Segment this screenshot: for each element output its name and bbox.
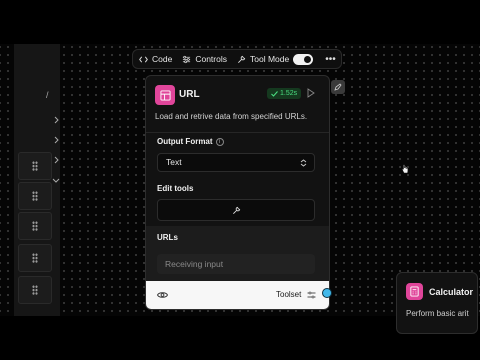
- chevron-right-icon[interactable]: [52, 136, 60, 144]
- edit-tools-button[interactable]: [157, 199, 315, 221]
- url-component-icon: [155, 85, 175, 105]
- urls-label: URLs: [157, 233, 178, 242]
- node-toolbar: Code Controls Tool Mode •••: [132, 49, 342, 69]
- output-format-select[interactable]: Text: [157, 153, 315, 172]
- sidebar-slash: /: [46, 90, 49, 100]
- controls-label: Controls: [195, 54, 227, 64]
- code-icon: [139, 56, 148, 62]
- letterbox-top: [0, 0, 480, 44]
- check-icon: [271, 90, 278, 97]
- hand-cursor-icon: [402, 164, 409, 174]
- more-options-icon[interactable]: •••: [325, 54, 336, 65]
- run-time-badge: 1.52s: [267, 88, 302, 99]
- calculator-title: Calculator: [429, 287, 474, 297]
- pencil-icon: [334, 83, 342, 91]
- code-label: Code: [152, 54, 173, 64]
- drag-handle-icon[interactable]: [18, 276, 52, 304]
- output-format-value: Text: [166, 157, 182, 167]
- urls-input[interactable]: Receiving input: [157, 254, 315, 274]
- wrench-icon: [232, 206, 240, 214]
- toolset-label: Toolset: [276, 290, 302, 299]
- eye-icon[interactable]: [157, 291, 168, 299]
- drag-handle-icon[interactable]: [18, 152, 52, 180]
- play-icon[interactable]: [307, 88, 315, 98]
- info-icon[interactable]: i: [215, 138, 224, 146]
- chevron-down-icon[interactable]: [52, 176, 60, 184]
- chevron-up-down-icon: [300, 159, 307, 167]
- calculator-description: Perform basic arit: [406, 309, 469, 318]
- node-description: Load and retrive data from specified URL…: [155, 112, 308, 121]
- edit-button[interactable]: [331, 80, 345, 94]
- sliders-icon: [183, 55, 191, 63]
- calculator-icon: [406, 283, 423, 300]
- wrench-icon: [238, 55, 246, 63]
- tool-mode-control[interactable]: Tool Mode: [237, 53, 314, 65]
- tool-mode-label: Tool Mode: [249, 54, 290, 64]
- toolset-output-handle[interactable]: [322, 288, 332, 298]
- edit-tools-label: Edit tools: [157, 184, 194, 193]
- chevron-right-icon[interactable]: [52, 156, 60, 164]
- node-footer: Toolset: [146, 281, 329, 309]
- run-time-value: 1.52s: [280, 90, 298, 97]
- node-title: URL: [179, 89, 200, 100]
- drag-handle-icon[interactable]: [18, 182, 52, 210]
- output-format-label: Output Format i: [157, 137, 224, 146]
- calculator-node-card[interactable]: Calculator Perform basic arit: [396, 272, 478, 334]
- drag-handle-icon[interactable]: [18, 212, 52, 240]
- url-node-card[interactable]: URL 1.52s Load and retrive data from spe…: [145, 75, 330, 310]
- controls-button[interactable]: Controls: [182, 54, 227, 64]
- header-divider: [146, 132, 329, 133]
- drag-handle-icon[interactable]: [18, 244, 52, 272]
- chevron-right-icon[interactable]: [52, 116, 60, 124]
- toolset-icon: [307, 291, 316, 299]
- code-button[interactable]: Code: [139, 54, 172, 64]
- tool-mode-toggle[interactable]: [293, 53, 314, 65]
